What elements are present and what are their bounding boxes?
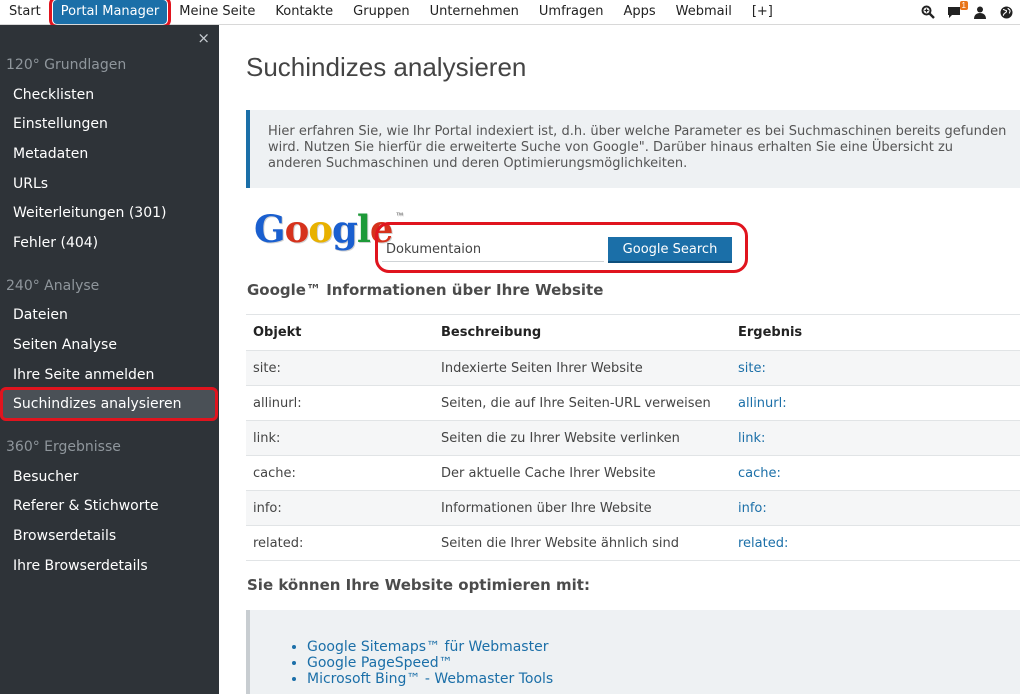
google-info-heading: Google™ Informationen über Ihre Website <box>247 281 604 299</box>
top-nav: Start Portal Manager Meine Seite Kontakt… <box>0 0 783 28</box>
link-google-pagespeed[interactable]: Google PageSpeed™ <box>307 655 1020 671</box>
close-icon[interactable]: × <box>197 29 210 47</box>
sidebar-item-urls[interactable]: URLs <box>13 176 48 192</box>
sidebar-section-ergebnisse: 360° Ergebnisse <box>6 439 121 455</box>
sidebar-item-weiterleitungen[interactable]: Weiterleitungen (301) <box>13 205 166 221</box>
cell-objekt: site: <box>246 350 434 386</box>
globe-icon[interactable] <box>998 4 1014 20</box>
result-link[interactable]: site: <box>731 350 1020 386</box>
result-link[interactable]: cache: <box>731 455 1020 491</box>
cell-objekt: info: <box>246 490 434 526</box>
chat-icon[interactable]: 1 <box>946 1 968 20</box>
sidebar-item-referer[interactable]: Referer & Stichworte <box>13 498 159 514</box>
search-parameter-table: Objekt Beschreibung Ergebnis site: Index… <box>246 314 1020 561</box>
result-link[interactable]: info: <box>731 490 1020 526</box>
table-header-row: Objekt Beschreibung Ergebnis <box>246 314 1020 351</box>
cell-beschreibung: Seiten, die auf Ihre Seiten-URL verweise… <box>434 385 731 421</box>
table-row: link: Seiten die zu Ihrer Website verlin… <box>246 420 1020 456</box>
cell-objekt: related: <box>246 525 434 561</box>
google-logo: Google ™ <box>254 207 403 251</box>
table-row: related: Seiten die Ihrer Website ähnlic… <box>246 525 1020 561</box>
info-box: Hier erfahren Sie, wie Ihr Portal indexi… <box>246 110 1020 188</box>
sidebar-item-metadaten[interactable]: Metadaten <box>13 146 88 162</box>
sidebar: × 120° Grundlagen Checklisten Einstellun… <box>0 25 219 694</box>
nav-gruppen[interactable]: Gruppen <box>343 0 419 24</box>
sidebar-item-besucher[interactable]: Besucher <box>13 469 78 485</box>
nav-kontakte[interactable]: Kontakte <box>265 0 343 24</box>
sidebar-item-dateien[interactable]: Dateien <box>13 307 68 323</box>
nav-umfragen[interactable]: Umfragen <box>529 0 614 24</box>
nav-start[interactable]: Start <box>0 0 51 24</box>
result-link[interactable]: related: <box>731 525 1020 561</box>
cell-objekt: allinurl: <box>246 385 434 421</box>
table-row: cache: Der aktuelle Cache Ihrer Website … <box>246 455 1020 491</box>
table-row: allinurl: Seiten, die auf Ihre Seiten-UR… <box>246 385 1020 421</box>
link-google-sitemaps[interactable]: Google Sitemaps™ für Webmaster <box>307 639 1020 655</box>
sidebar-section-grundlagen: 120° Grundlagen <box>6 57 127 73</box>
toolbar-icons: 1 <box>920 0 1014 24</box>
user-icon[interactable] <box>972 4 988 20</box>
cell-beschreibung: Seiten die zu Ihrer Website verlinken <box>434 420 731 456</box>
sidebar-item-seite-anmelden[interactable]: Ihre Seite anmelden <box>13 367 154 383</box>
sidebar-highlight-ring <box>0 387 218 421</box>
optimize-links-list: Google Sitemaps™ für Webmaster Google Pa… <box>250 610 1020 687</box>
sidebar-item-einstellungen[interactable]: Einstellungen <box>13 116 108 132</box>
top-navigation-bar: Start Portal Manager Meine Seite Kontakt… <box>0 0 1020 28</box>
nav-unternehmen[interactable]: Unternehmen <box>420 0 529 24</box>
result-link[interactable]: link: <box>731 420 1020 456</box>
sidebar-item-fehler[interactable]: Fehler (404) <box>13 235 98 251</box>
cell-beschreibung: Indexierte Seiten Ihrer Website <box>434 350 731 386</box>
zoom-search-icon[interactable] <box>920 4 936 20</box>
nav-more[interactable]: [+] <box>742 0 783 24</box>
cell-beschreibung: Der aktuelle Cache Ihrer Website <box>434 455 731 491</box>
google-search-input[interactable] <box>382 237 604 262</box>
cell-objekt: link: <box>246 420 434 456</box>
column-header-ergebnis: Ergebnis <box>731 314 1020 351</box>
google-search-button[interactable]: Google Search <box>608 237 732 263</box>
cell-beschreibung: Informationen über Ihre Website <box>434 490 731 526</box>
nav-webmail[interactable]: Webmail <box>666 0 742 24</box>
sidebar-item-seiten-analyse[interactable]: Seiten Analyse <box>13 337 117 353</box>
column-header-beschreibung: Beschreibung <box>434 314 731 351</box>
link-bing-webmaster-tools[interactable]: Microsoft Bing™ - Webmaster Tools <box>307 671 1020 687</box>
optimize-links-box: Google Sitemaps™ für Webmaster Google Pa… <box>246 610 1020 694</box>
column-header-objekt: Objekt <box>246 314 434 351</box>
result-link[interactable]: allinurl: <box>731 385 1020 421</box>
sidebar-item-browserdetails[interactable]: Browserdetails <box>13 528 116 544</box>
table-row: info: Informationen über Ihre Website in… <box>246 490 1020 526</box>
sidebar-item-checklisten[interactable]: Checklisten <box>13 87 94 103</box>
nav-apps[interactable]: Apps <box>613 0 665 24</box>
table-row: site: Indexierte Seiten Ihrer Website si… <box>246 350 1020 386</box>
sidebar-section-analyse: 240° Analyse <box>6 278 100 294</box>
optimize-heading: Sie können Ihre Website optimieren mit: <box>247 576 590 594</box>
cell-objekt: cache: <box>246 455 434 491</box>
main-content: Suchindizes analysieren Hier erfahren Si… <box>219 25 1020 694</box>
nav-meine-seite[interactable]: Meine Seite <box>169 0 265 24</box>
nav-portal-manager[interactable]: Portal Manager <box>48 0 172 28</box>
cell-beschreibung: Seiten die Ihrer Website ähnlich sind <box>434 525 731 561</box>
sidebar-item-ihre-browserdetails[interactable]: Ihre Browserdetails <box>13 558 148 574</box>
page-title: Suchindizes analysieren <box>246 52 527 82</box>
notification-badge: 1 <box>959 1 968 10</box>
